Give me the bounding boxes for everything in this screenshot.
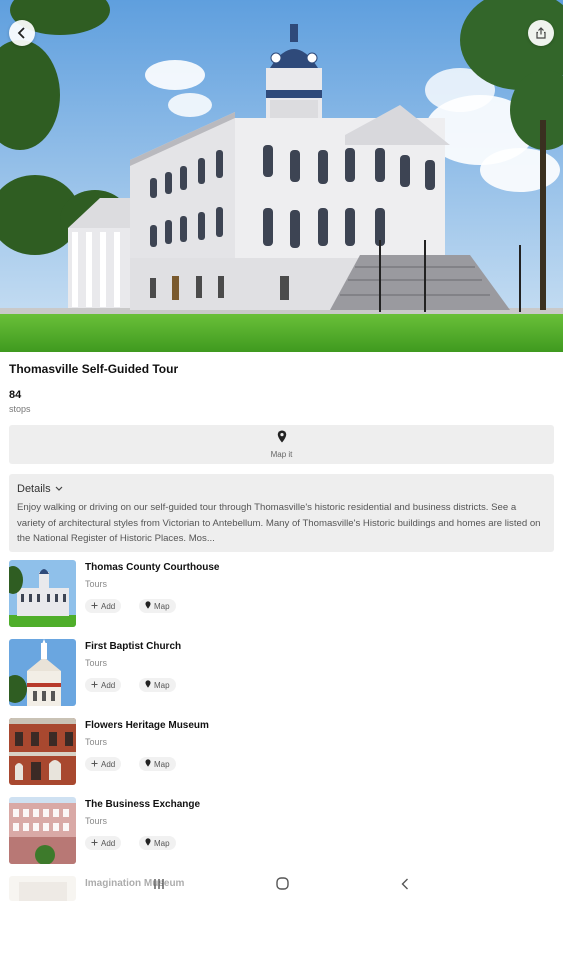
add-button[interactable]: Add	[85, 836, 122, 850]
map-button[interactable]: Map	[139, 599, 176, 613]
plus-icon	[91, 760, 98, 769]
map-button[interactable]: Map	[139, 678, 176, 692]
add-label: Add	[101, 759, 116, 769]
add-button[interactable]: Add	[85, 757, 122, 771]
stop-category: Tours	[85, 737, 108, 747]
stop-thumbnail	[9, 797, 76, 864]
map-pin-icon	[145, 759, 151, 769]
tour-title: Thomasville Self-Guided Tour	[9, 362, 179, 376]
map-button[interactable]: Map	[139, 836, 176, 850]
back-icon[interactable]	[400, 877, 410, 895]
stop-category: Tours	[85, 816, 108, 826]
map-label: Map	[154, 759, 170, 769]
add-button[interactable]: Add	[85, 678, 122, 692]
map-pin-icon	[145, 680, 151, 690]
stop-thumbnail	[9, 639, 76, 706]
stop-count-label: stops	[9, 404, 31, 414]
chevron-left-icon	[16, 27, 28, 39]
map-pin-icon	[145, 601, 151, 611]
stop-name: Thomas County Courthouse	[85, 562, 220, 573]
map-label: Map	[154, 601, 170, 611]
stop-thumbnail	[9, 560, 76, 627]
details-text: Enjoy walking or driving on our self-gui…	[17, 502, 541, 544]
system-nav-bar	[0, 866, 563, 900]
add-label: Add	[101, 601, 116, 611]
details-heading: Details	[17, 483, 51, 495]
add-button[interactable]: Add	[85, 599, 122, 613]
stop-name: Flowers Heritage Museum	[85, 720, 209, 731]
recents-icon[interactable]	[153, 877, 165, 895]
stop-thumbnail	[9, 718, 76, 785]
list-item[interactable]: First Baptist Church Tours Add Map	[0, 638, 563, 717]
plus-icon	[91, 681, 98, 690]
stop-name: First Baptist Church	[85, 641, 182, 652]
plus-icon	[91, 602, 98, 611]
add-label: Add	[101, 838, 116, 848]
map-pin-icon	[145, 838, 151, 848]
map-label: Map	[154, 838, 170, 848]
map-button[interactable]: Map	[139, 757, 176, 771]
map-it-button[interactable]: Map it	[9, 425, 554, 464]
list-item[interactable]: Flowers Heritage Museum Tours Add Map	[0, 717, 563, 796]
map-label: Map	[154, 680, 170, 690]
back-button[interactable]	[9, 20, 35, 46]
details-toggle[interactable]: Details	[17, 483, 546, 495]
details-panel[interactable]: Details Enjoy walking or driving on our …	[9, 474, 554, 552]
stop-category: Tours	[85, 579, 108, 589]
stop-count: 84	[9, 389, 22, 401]
hero-image	[0, 0, 563, 352]
map-pin-icon	[277, 430, 287, 448]
plus-icon	[91, 839, 98, 848]
share-icon	[535, 27, 547, 39]
stop-category: Tours	[85, 658, 108, 668]
map-it-label: Map it	[270, 450, 293, 459]
add-label: Add	[101, 680, 116, 690]
home-icon[interactable]	[276, 877, 289, 895]
stop-name: The Business Exchange	[85, 799, 201, 810]
list-item[interactable]: The Business Exchange Tours Add Map	[0, 796, 563, 875]
share-button[interactable]	[528, 20, 554, 46]
chevron-down-icon	[55, 483, 63, 495]
list-item[interactable]: Thomas County Courthouse Tours Add Map	[0, 559, 563, 638]
